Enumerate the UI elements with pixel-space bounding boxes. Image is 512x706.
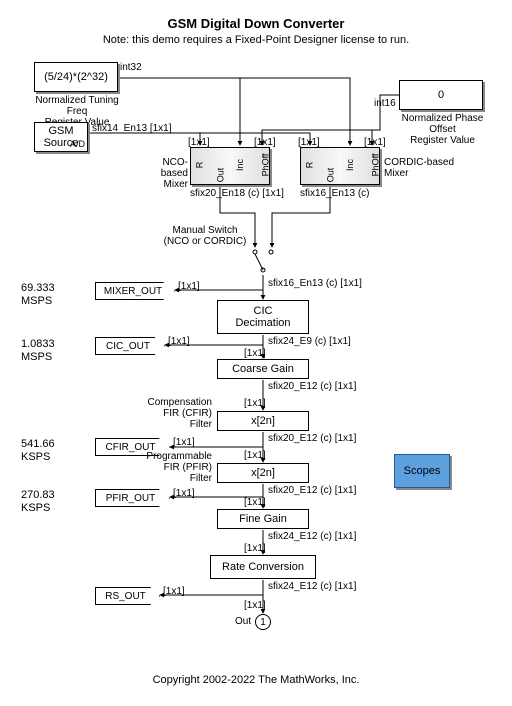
coarse-gain-block[interactable]: Coarse Gain xyxy=(217,359,309,379)
scopes-block[interactable]: Scopes xyxy=(394,454,450,488)
rate-conversion-block[interactable]: Rate Conversion xyxy=(210,555,316,579)
cfir-out-type: sfix20_E12 (c) [1x1] xyxy=(268,433,356,444)
cordic-in-dims2: [1x1] xyxy=(364,137,386,148)
nco-in-dims2: [1x1] xyxy=(254,137,276,148)
switch-label: Manual Switch(NCO or CORDIC) xyxy=(160,225,250,247)
pfir-filter-block[interactable]: x[2n] xyxy=(217,463,309,483)
cic-out-type: sfix24_E9 (c) [1x1] xyxy=(268,336,351,347)
cordic-mixer-label: CORDIC-basedMixer xyxy=(384,157,454,179)
pfir-title: ProgrammableFIR (PFIR) Filter xyxy=(140,451,212,484)
nco-mixer-label: NCO-basedMixer xyxy=(140,157,188,190)
cordic-in-dims1: [1x1] xyxy=(298,137,320,148)
cic-rate-label: 1.0833MSPS xyxy=(21,338,55,364)
cordic-port-inc: Inc xyxy=(345,159,355,171)
cordic-port-out: Out xyxy=(325,168,335,183)
mixer-out-tag[interactable]: MIXER_OUT xyxy=(95,282,175,300)
mixer-rate-label: 69.333MSPS xyxy=(21,282,55,308)
cic-out-tag[interactable]: CIC_OUT xyxy=(95,337,165,355)
cfir-next-dims: [1x1] xyxy=(244,450,266,461)
cordic-port-phoff: PhOff xyxy=(370,154,380,177)
gsm-source-block[interactable]: GSMSource A/D xyxy=(34,122,88,152)
cfir-title: CompensationFIR (CFIR) Filter xyxy=(140,397,212,430)
nco-port-phoff: PhOff xyxy=(260,154,270,177)
fine-gain-block[interactable]: Fine Gain xyxy=(217,509,309,529)
pfir-rate-label: 270.83KSPS xyxy=(21,489,55,515)
phase-offset-label: Normalized Phase OffsetRegister Value xyxy=(390,113,495,146)
tuning-freq-type-label: int32 xyxy=(120,62,142,73)
phase-offset-constant-block[interactable]: 0 xyxy=(399,80,483,110)
rate-out-type: sfix24_E12 (c) [1x1] xyxy=(268,581,356,592)
diagram-subtitle: Note: this demo requires a Fixed-Point D… xyxy=(0,34,512,46)
cfir-rate-label: 541.66KSPS xyxy=(21,438,55,464)
pfir-out-tag[interactable]: PFIR_OUT xyxy=(95,489,170,507)
nco-port-out: Out xyxy=(215,168,225,183)
cic-next-dims: [1x1] xyxy=(244,348,266,359)
copyright-label: Copyright 2002-2022 The MathWorks, Inc. xyxy=(0,674,512,686)
tuning-freq-constant-block[interactable]: (5/24)*(2^32) xyxy=(34,62,118,92)
cic-decimation-block[interactable]: CICDecimation xyxy=(217,300,309,334)
cfir-filter-block[interactable]: x[2n] xyxy=(217,411,309,431)
cfir-tag-dims: [1x1] xyxy=(173,437,195,448)
gsm-source-port: A/D xyxy=(70,139,85,149)
cic-out-dims: [1x1] xyxy=(168,336,190,347)
cordic-out-type: sfix16_En13 (c) xyxy=(300,188,369,199)
fine-out-type: sfix24_E12 (c) [1x1] xyxy=(268,531,356,542)
pfir-next-dims: [1x1] xyxy=(244,497,266,508)
outport-label: Out xyxy=(235,616,251,627)
nco-port-r: R xyxy=(194,162,204,169)
pfir-out-type: sfix20_E12 (c) [1x1] xyxy=(268,485,356,496)
rs-tag-dims: [1x1] xyxy=(163,586,185,597)
manual-switch-block[interactable] xyxy=(247,248,279,276)
pfir-tag-dims: [1x1] xyxy=(173,488,195,499)
coarse-out-type: sfix20_E12 (c) [1x1] xyxy=(268,381,356,392)
coarse-next-dims: [1x1] xyxy=(244,398,266,409)
diagram-title: GSM Digital Down Converter xyxy=(0,16,512,31)
cordic-port-r: R xyxy=(304,162,314,169)
outport-circle[interactable]: 1 xyxy=(255,614,271,630)
gsm-source-type-label: sfix14_En13 [1x1] xyxy=(92,123,172,134)
rate-next-dims: [1x1] xyxy=(244,600,266,611)
fine-next-dims: [1x1] xyxy=(244,543,266,554)
phase-offset-type-label: int16 xyxy=(374,98,396,109)
mixer-out-dims: [1x1] xyxy=(178,281,200,292)
nco-out-type: sfix20_En18 (c) [1x1] xyxy=(190,188,284,199)
nco-port-inc: Inc xyxy=(235,159,245,171)
switch-out-type: sfix16_En13 (c) [1x1] xyxy=(268,278,362,289)
rs-out-tag[interactable]: RS_OUT xyxy=(95,587,160,605)
nco-in-dims1: [1x1] xyxy=(188,137,210,148)
